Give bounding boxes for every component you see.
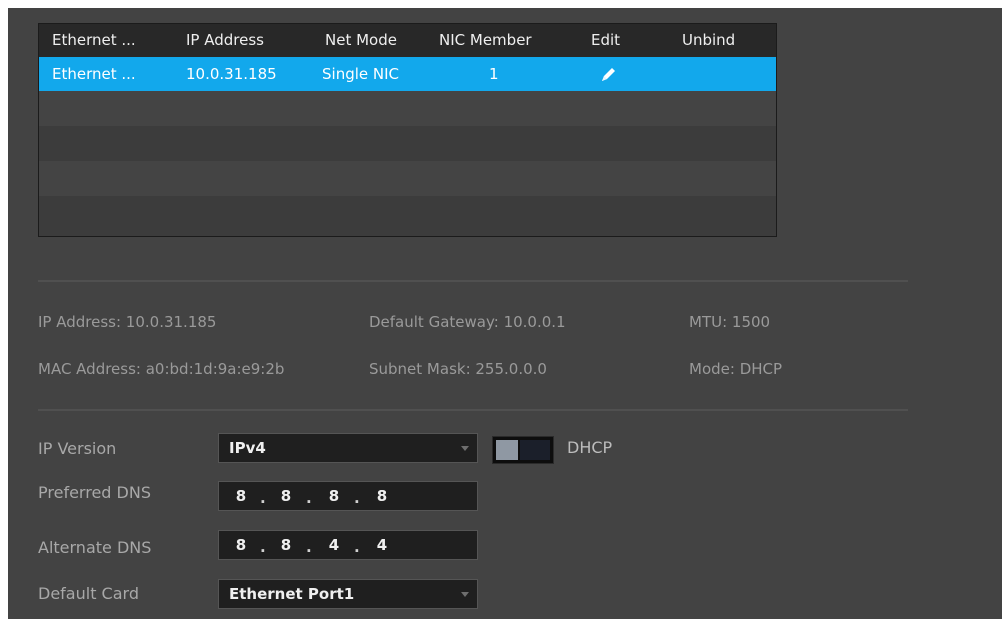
alternate-dns-input[interactable]: 8 . 8 . 4 . 4 — [218, 530, 478, 560]
divider — [38, 280, 908, 282]
dns-octet-1[interactable]: 8 — [231, 482, 251, 510]
info-mac-address: MAC Address: a0:bd:1d:9a:e9:2b — [38, 360, 285, 378]
col-unbind: Unbind — [682, 31, 736, 49]
info-ip-address: IP Address: 10.0.31.185 — [38, 313, 217, 331]
pencil-icon[interactable] — [599, 64, 619, 84]
dns-dot: . — [306, 489, 312, 507]
table-row-empty — [39, 91, 776, 126]
toggle-track — [520, 440, 550, 460]
dns-octet-4[interactable]: 4 — [372, 531, 392, 559]
col-edit: Edit — [591, 31, 621, 49]
table-header: Ethernet ... IP Address Net Mode NIC Mem… — [39, 24, 776, 57]
info-default-gateway: Default Gateway: 10.0.0.1 — [369, 313, 566, 331]
ip-version-value: IPv4 — [229, 439, 266, 457]
chevron-down-icon — [461, 446, 469, 451]
default-card-value: Ethernet Port1 — [229, 585, 355, 603]
col-ip-address[interactable]: IP Address — [186, 24, 264, 57]
dhcp-toggle[interactable] — [492, 436, 554, 464]
chevron-down-icon — [461, 592, 469, 597]
preferred-dns-label: Preferred DNS — [38, 483, 151, 502]
ip-version-select[interactable]: IPv4 — [218, 433, 478, 463]
dns-dot: . — [354, 489, 360, 507]
dns-octet-3[interactable]: 4 — [324, 531, 344, 559]
dns-dot: . — [260, 538, 266, 556]
nic-table: Ethernet ... IP Address Net Mode NIC Mem… — [38, 23, 777, 237]
network-settings-panel: Ethernet ... IP Address Net Mode NIC Mem… — [8, 8, 1002, 619]
divider — [38, 409, 908, 411]
dns-dot: . — [354, 538, 360, 556]
cell-nic-member: 1 — [489, 65, 499, 83]
dns-octet-2[interactable]: 8 — [276, 482, 296, 510]
cell-ip-address: 10.0.31.185 — [186, 65, 277, 83]
dhcp-label: DHCP — [567, 438, 613, 457]
dns-octet-4[interactable]: 8 — [372, 482, 392, 510]
table-row-empty — [39, 126, 776, 161]
table-row-empty — [39, 196, 776, 236]
alternate-dns-label: Alternate DNS — [38, 538, 152, 557]
col-net-mode[interactable]: Net Mode — [325, 24, 397, 57]
default-card-select[interactable]: Ethernet Port1 — [218, 579, 478, 609]
cell-ethernet: Ethernet ... — [52, 65, 136, 83]
info-subnet-mask: Subnet Mask: 255.0.0.0 — [369, 360, 547, 378]
dns-octet-3[interactable]: 8 — [324, 482, 344, 510]
cell-net-mode: Single NIC — [322, 65, 399, 83]
col-ethernet[interactable]: Ethernet ... — [52, 24, 136, 57]
dns-octet-2[interactable]: 8 — [276, 531, 296, 559]
toggle-knob — [496, 440, 518, 460]
table-row[interactable]: Ethernet ... 10.0.31.185 Single NIC 1 — [39, 57, 776, 91]
info-mtu: MTU: 1500 — [689, 313, 771, 331]
preferred-dns-input[interactable]: 8 . 8 . 8 . 8 — [218, 481, 478, 511]
dns-dot: . — [260, 489, 266, 507]
col-nic-member[interactable]: NIC Member — [439, 24, 532, 57]
default-card-label: Default Card — [38, 584, 139, 603]
dns-octet-1[interactable]: 8 — [231, 531, 251, 559]
ip-version-label: IP Version — [38, 439, 117, 458]
dns-dot: . — [306, 538, 312, 556]
info-mode: Mode: DHCP — [689, 360, 783, 378]
table-row-empty — [39, 161, 776, 196]
